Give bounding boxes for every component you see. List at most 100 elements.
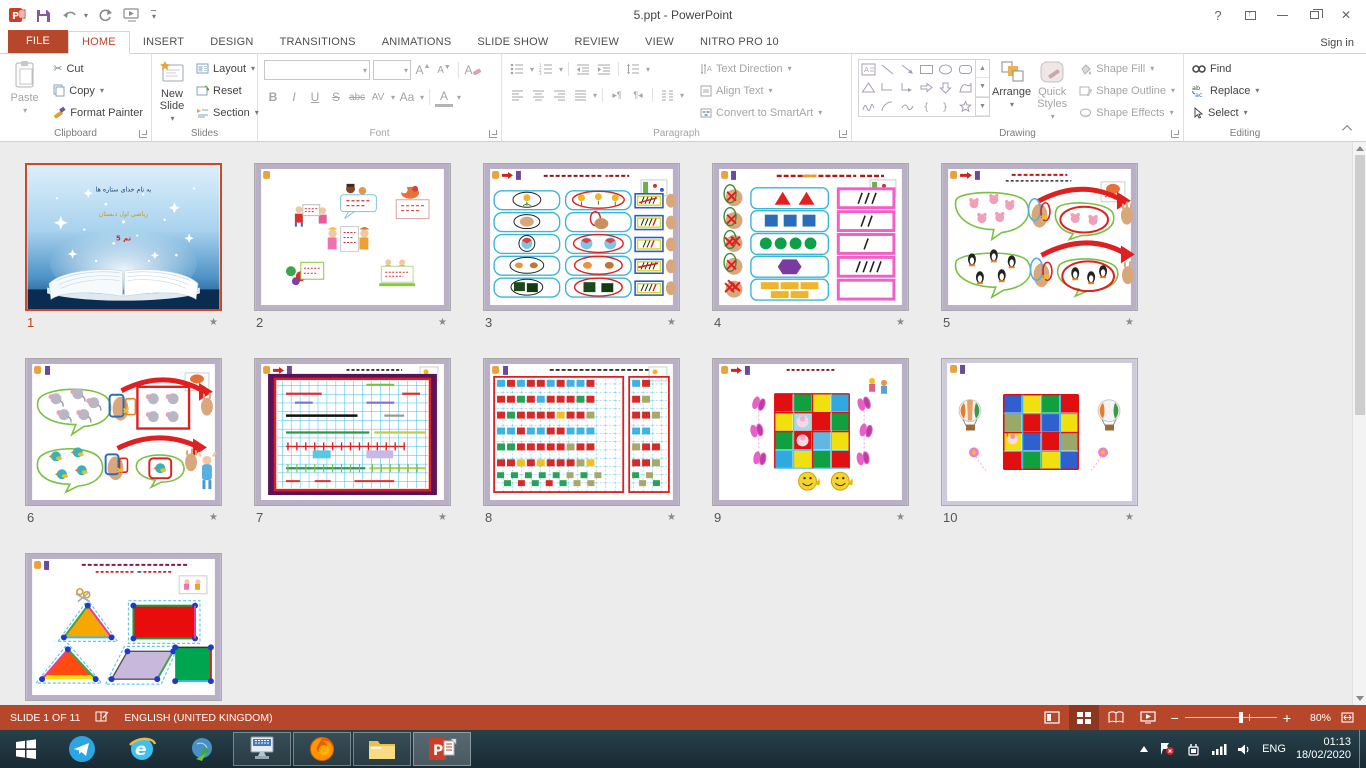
animation-star-icon[interactable]: ★ — [438, 317, 447, 328]
taskbar-idm-icon[interactable] — [172, 730, 232, 768]
slide-thumbnail-9[interactable]: 9★ — [712, 358, 909, 526]
animation-star-icon[interactable]: ★ — [209, 512, 218, 523]
justify-button[interactable] — [571, 85, 589, 105]
zoom-slider[interactable]: − + — [1171, 713, 1291, 723]
slide-8-image[interactable] — [483, 358, 680, 506]
scrollbar-thumb[interactable] — [1355, 155, 1365, 415]
slide-thumbnail-7[interactable]: 7★ — [254, 358, 451, 526]
copy-button[interactable]: Copy▾ — [49, 80, 147, 101]
restore-button[interactable] — [1300, 4, 1328, 26]
redo-button[interactable] — [98, 8, 113, 23]
help-button[interactable]: ? — [1204, 4, 1232, 26]
font-dialog-launcher[interactable] — [489, 130, 497, 138]
fit-to-window-button[interactable] — [1333, 705, 1362, 730]
quick-styles-button[interactable]: Quick Styles▾ — [1033, 56, 1071, 126]
shapes-gallery-scroll[interactable]: ▲▼▼ — [976, 59, 990, 117]
increase-font-button[interactable]: A▲ — [414, 60, 432, 80]
select-button[interactable]: Select▾ — [1188, 102, 1263, 123]
shapes-gallery[interactable]: A { — [854, 56, 990, 126]
action-center-flag-icon[interactable] — [1159, 742, 1175, 756]
power-battery-icon[interactable] — [1185, 743, 1201, 756]
clear-formatting-button[interactable]: A — [464, 60, 482, 80]
tab-file[interactable]: FILE — [8, 30, 68, 53]
drawing-dialog-launcher[interactable] — [1171, 130, 1179, 138]
zoom-slider-thumb[interactable] — [1239, 712, 1243, 723]
taskbar-firefox-icon[interactable] — [293, 732, 351, 766]
animation-star-icon[interactable]: ★ — [1125, 317, 1134, 328]
new-slide-button[interactable]: New Slide▾ — [154, 56, 190, 126]
replace-button[interactable]: abac Replace▾ — [1188, 80, 1263, 101]
subscript-strike-button[interactable]: abc — [348, 87, 366, 107]
decrease-font-button[interactable]: A▼ — [435, 60, 453, 80]
slide-3-image[interactable] — [483, 163, 680, 311]
tab-design[interactable]: DESIGN — [197, 32, 266, 53]
clock[interactable]: 01:13 18/02/2020 — [1296, 736, 1351, 762]
slide-thumbnail-8[interactable]: 8★ — [483, 358, 680, 526]
slide-4-image[interactable] — [712, 163, 909, 311]
character-spacing-button[interactable]: AV — [369, 87, 387, 107]
animation-star-icon[interactable]: ★ — [896, 317, 905, 328]
tab-insert[interactable]: INSERT — [130, 32, 197, 53]
numbering-button[interactable]: 123 — [537, 59, 555, 79]
slide-2-image[interactable] — [254, 163, 451, 311]
clipboard-dialog-launcher[interactable] — [139, 130, 147, 138]
change-case-button[interactable]: Aa — [398, 87, 416, 107]
tab-slideshow[interactable]: SLIDE SHOW — [464, 32, 561, 53]
tab-animations[interactable]: ANIMATIONS — [369, 32, 465, 53]
cut-button[interactable]: ✂ Cut — [49, 58, 147, 79]
zoom-in-button[interactable]: + — [1283, 713, 1291, 723]
slide-9-image[interactable] — [712, 358, 909, 506]
italic-button[interactable]: I — [285, 87, 303, 107]
animation-star-icon[interactable]: ★ — [667, 512, 676, 523]
font-color-button[interactable]: A — [435, 87, 453, 107]
zoom-out-button[interactable]: − — [1171, 713, 1179, 723]
animation-star-icon[interactable]: ★ — [667, 317, 676, 328]
animation-star-icon[interactable]: ★ — [896, 512, 905, 523]
slide-sorter-view-button[interactable] — [1069, 705, 1099, 730]
ribbon-display-options-button[interactable] — [1236, 4, 1264, 26]
tab-view[interactable]: VIEW — [632, 32, 687, 53]
customize-qat-button[interactable]: ▾ — [151, 10, 156, 21]
slide-6-image[interactable] — [25, 358, 222, 506]
slide-thumbnail-2[interactable]: 2★ — [254, 163, 451, 331]
arrange-button[interactable]: Arrange▾ — [990, 56, 1033, 126]
slide-10-image[interactable]: ? — [941, 358, 1138, 506]
decrease-indent-button[interactable] — [574, 59, 592, 79]
slide-thumbnail-1[interactable]: به نام خدای ستاره ها ریاضی اول دبستان تم… — [25, 163, 222, 331]
volume-icon[interactable] — [1237, 743, 1252, 756]
taskbar-file-explorer-icon[interactable] — [353, 732, 411, 766]
slide-thumbnail-6[interactable]: 6★ — [25, 358, 222, 526]
slide-thumbnail-4[interactable]: 4★ — [712, 163, 909, 331]
language-indicator[interactable]: ENGLISH (UNITED KINGDOM) — [124, 712, 272, 724]
ltr-text-button[interactable]: ▸¶ — [608, 85, 626, 105]
slide-7-image[interactable] — [254, 358, 451, 506]
taskbar-onscreen-keyboard-icon[interactable] — [233, 732, 291, 766]
shape-effects-button[interactable]: Shape Effects▾ — [1075, 102, 1179, 123]
normal-view-button[interactable] — [1037, 705, 1067, 730]
save-button[interactable] — [36, 8, 51, 23]
undo-dropdown-arrow[interactable]: ▾ — [84, 11, 88, 20]
minimize-button[interactable] — [1268, 4, 1296, 26]
font-size-combo[interactable]: ▾ — [373, 60, 411, 80]
input-language-indicator[interactable]: ENG — [1262, 743, 1286, 755]
format-painter-button[interactable]: Format Painter — [49, 102, 147, 123]
slide-thumbnail-5[interactable]: 5★ — [941, 163, 1138, 331]
rtl-text-button[interactable]: ¶◂ — [629, 85, 647, 105]
paragraph-dialog-launcher[interactable] — [839, 130, 847, 138]
spell-check-icon[interactable] — [94, 710, 110, 726]
taskbar-internet-explorer-icon[interactable]: e — [112, 730, 172, 768]
bold-button[interactable]: B — [264, 87, 282, 107]
find-button[interactable]: Find — [1188, 58, 1263, 79]
align-left-button[interactable] — [508, 85, 526, 105]
animation-star-icon[interactable]: ★ — [438, 512, 447, 523]
network-signal-icon[interactable] — [1211, 743, 1227, 755]
start-button[interactable] — [0, 730, 52, 768]
taskbar-powerpoint-icon[interactable]: P — [413, 732, 471, 766]
sign-in-link[interactable]: Sign in — [1320, 37, 1354, 49]
align-text-button[interactable]: Align Text▾ — [696, 80, 826, 101]
slide-indicator[interactable]: SLIDE 1 OF 11 — [10, 712, 80, 724]
paste-button[interactable]: Paste▾ — [2, 56, 47, 126]
animation-star-icon[interactable]: ★ — [209, 317, 218, 328]
slide-1-image[interactable]: به نام خدای ستاره ها ریاضی اول دبستان تم… — [25, 163, 222, 311]
columns-button[interactable] — [658, 85, 676, 105]
